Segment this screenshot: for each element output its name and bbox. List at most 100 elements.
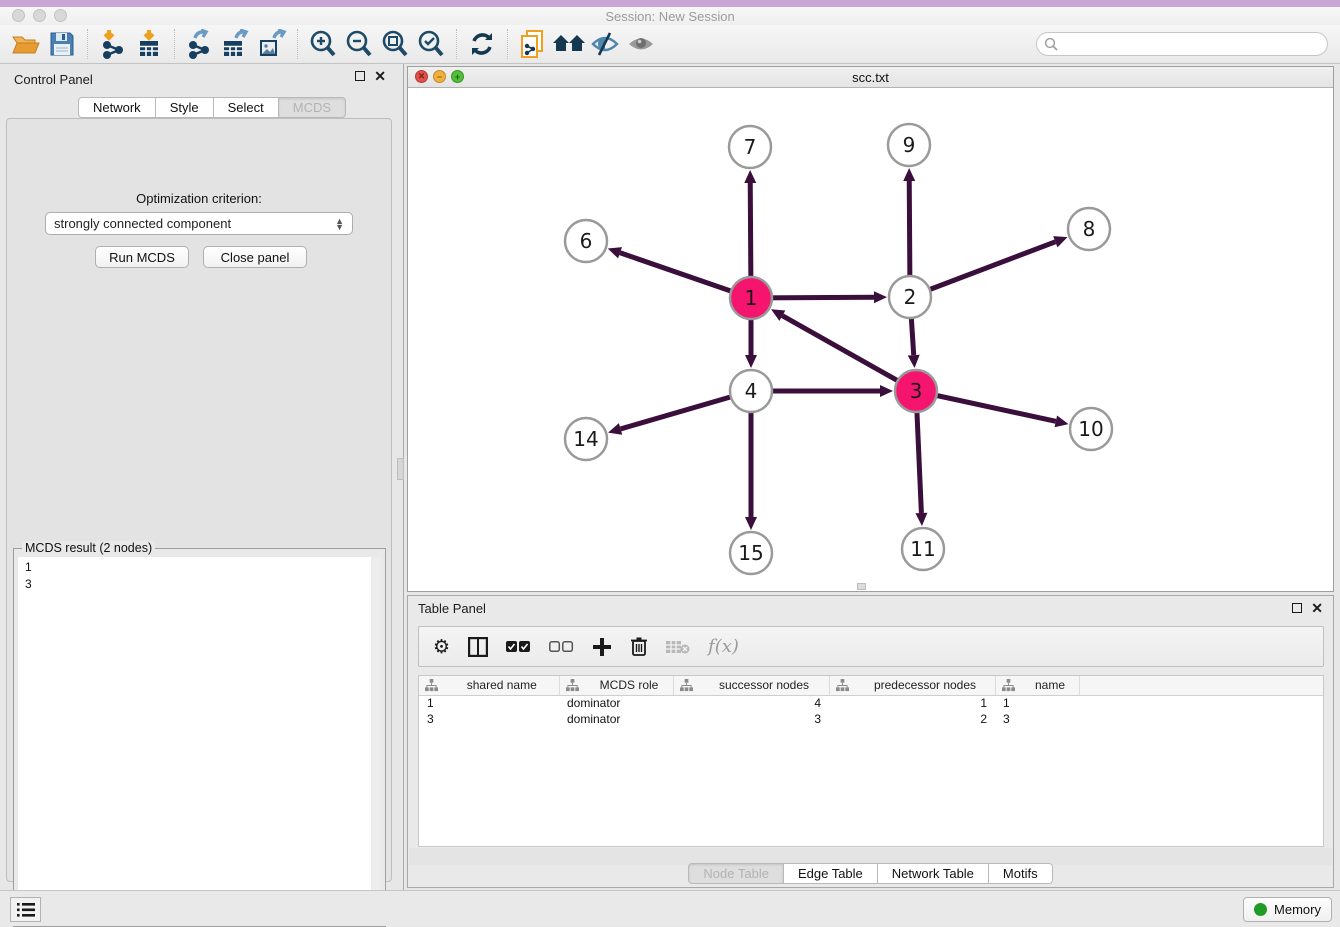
function-builder-button[interactable]: f(x) — [708, 636, 739, 657]
table-cell[interactable]: dominator — [559, 695, 673, 711]
export-table-button[interactable] — [218, 28, 254, 60]
criterion-select[interactable]: strongly connected component ▲▼ — [45, 212, 353, 235]
close-panel-icon[interactable]: ✕ — [374, 71, 386, 81]
node-label-1: 1 — [745, 286, 758, 310]
deselect-all-button[interactable] — [549, 641, 574, 653]
column-header-shared-name[interactable]: shared name — [419, 676, 559, 695]
save-session-button[interactable] — [44, 28, 80, 60]
edge-arrowhead — [608, 423, 622, 435]
delete-table-button[interactable] — [666, 639, 690, 655]
table-cell[interactable]: dominator — [559, 711, 673, 727]
table-cell[interactable]: 3 — [995, 711, 1079, 727]
table-tab-edge-table[interactable]: Edge Table — [784, 863, 878, 884]
table-cell[interactable]: 4 — [673, 695, 829, 711]
tab-style[interactable]: Style — [156, 97, 214, 118]
apply-layout-button[interactable] — [464, 28, 500, 60]
table-cell[interactable]: 1 — [419, 695, 559, 711]
import-table-button[interactable] — [131, 28, 167, 60]
import-network-icon — [99, 29, 127, 59]
network-canvas[interactable]: 7968124314101511 — [408, 89, 1333, 591]
run-mcds-label: Run MCDS — [109, 250, 175, 265]
tab-network[interactable]: Network — [78, 97, 156, 118]
new-network-view-button[interactable] — [515, 28, 551, 60]
mcds-tab-content: Optimization criterion: strongly connect… — [6, 118, 392, 882]
mcds-result-group: MCDS result (2 nodes) 13 — [13, 548, 386, 927]
table-cell[interactable]: 2 — [829, 711, 995, 727]
table-row[interactable]: 3dominator323 — [419, 711, 1323, 727]
tab-mcds[interactable]: MCDS — [279, 97, 346, 118]
close-panel-button[interactable]: Close panel — [203, 246, 307, 268]
edge-arrowhead — [745, 355, 757, 368]
column-type-icon — [425, 679, 438, 692]
run-mcds-button[interactable]: Run MCDS — [95, 246, 189, 268]
column-header-predecessor-nodes[interactable]: predecessor nodes — [829, 676, 995, 695]
table-row[interactable]: 1dominator411 — [419, 695, 1323, 711]
edge-3-1[interactable] — [782, 316, 916, 391]
column-header-MCDS-role[interactable]: MCDS role — [559, 676, 673, 695]
column-header-successor-nodes[interactable]: successor nodes — [673, 676, 829, 695]
network-view-window: ✕ − + scc.txt 7968124314101511 — [407, 66, 1334, 592]
table-cell[interactable]: 3 — [673, 711, 829, 727]
export-image-button[interactable] — [254, 28, 290, 60]
zoom-out-button[interactable] — [341, 28, 377, 60]
node-table-grid: shared name MCDS role successor nodes pr… — [419, 676, 1323, 727]
table-cell[interactable]: 1 — [995, 695, 1079, 711]
table-cell[interactable]: 1 — [829, 695, 995, 711]
show-all-views-button[interactable] — [551, 28, 587, 60]
memory-status-dot — [1254, 903, 1267, 916]
edge-2-8[interactable] — [910, 242, 1055, 297]
column-header-name[interactable]: name — [995, 676, 1079, 695]
split-divider[interactable] — [396, 64, 407, 890]
homes-icon — [552, 31, 586, 57]
export-network-button[interactable] — [182, 28, 218, 60]
search-input[interactable] — [1036, 32, 1328, 56]
export-image-icon — [256, 29, 288, 59]
delete-column-button[interactable] — [630, 636, 648, 657]
node-label-10: 10 — [1078, 417, 1103, 441]
open-session-button[interactable] — [8, 28, 44, 60]
select-all-button[interactable] — [506, 641, 531, 653]
table-tab-network-table[interactable]: Network Table — [878, 863, 989, 884]
edge-arrowhead — [744, 170, 756, 183]
toolbar-separator — [456, 29, 457, 59]
mcds-result-text[interactable]: 13 — [18, 557, 371, 922]
export-table-icon — [220, 29, 252, 59]
network-file-icon — [519, 29, 547, 59]
zoom-fit-button[interactable] — [377, 28, 413, 60]
table-panel: Table Panel ✕ ⚙ — [407, 595, 1334, 888]
show-graphics-button[interactable] — [623, 28, 659, 60]
hide-graphics-button[interactable] — [587, 28, 623, 60]
zoom-selected-button[interactable] — [413, 28, 449, 60]
float-table-panel-icon[interactable] — [1292, 603, 1302, 613]
open-folder-icon — [11, 31, 41, 57]
canvas-resize-handle[interactable] — [857, 583, 866, 590]
node-table-header-row[interactable]: shared name MCDS role successor nodes pr… — [419, 676, 1323, 695]
result-line: 3 — [25, 576, 371, 593]
table-tab-motifs[interactable]: Motifs — [989, 863, 1053, 884]
table-settings-button[interactable]: ⚙ — [433, 636, 450, 658]
close-table-panel-icon[interactable]: ✕ — [1311, 603, 1323, 613]
optimization-criterion-label: Optimization criterion: — [7, 191, 391, 206]
criterion-selected-value: strongly connected component — [54, 216, 231, 231]
network-window-titlebar[interactable]: ✕ − + scc.txt — [408, 67, 1333, 88]
task-history-button[interactable] — [10, 897, 41, 922]
import-network-button[interactable] — [95, 28, 131, 60]
column-label: successor nodes — [706, 678, 823, 692]
result-scrollbar[interactable] — [371, 557, 381, 922]
table-tab-node-table[interactable]: Node Table — [688, 863, 784, 884]
float-panel-icon[interactable] — [355, 71, 365, 81]
column-view-button[interactable] — [468, 637, 488, 657]
edge-arrowhead — [908, 355, 920, 368]
status-bar: Memory — [0, 890, 1340, 926]
network-canvas-svg: 7968124314101511 — [408, 89, 1333, 592]
tab-select[interactable]: Select — [214, 97, 279, 118]
table-cell[interactable]: 3 — [419, 711, 559, 727]
node-table[interactable]: shared name MCDS role successor nodes pr… — [418, 675, 1324, 847]
close-panel-label: Close panel — [221, 250, 290, 265]
split-divider-grip[interactable] — [397, 458, 404, 480]
memory-button[interactable]: Memory — [1243, 897, 1332, 922]
add-column-button[interactable] — [592, 637, 612, 657]
zoom-in-button[interactable] — [305, 28, 341, 60]
node-label-2: 2 — [904, 285, 917, 309]
titlebar: Session: New Session — [0, 7, 1340, 25]
